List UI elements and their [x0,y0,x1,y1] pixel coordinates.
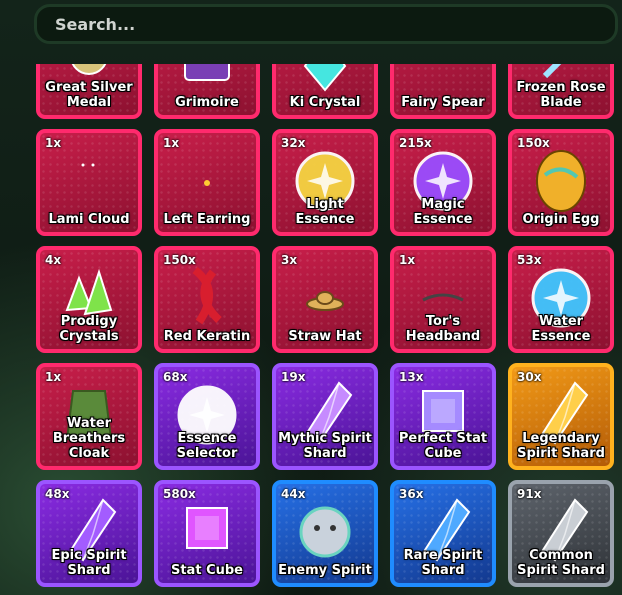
item-name: Left Earring [163,212,251,227]
item-card[interactable]: Frozen Rose Blade [508,64,614,119]
hat-icon [289,260,361,332]
item-name: Frozen Rose Blade [516,80,606,110]
item-count: 150x [163,253,196,267]
item-count: 150x [517,136,550,150]
item-name: Essence Selector [176,431,238,461]
item-name: Magic Essence [413,197,473,227]
spear-icon [407,64,479,98]
search-input[interactable] [37,6,615,42]
item-count: 44x [281,487,306,501]
item-card[interactable]: Great Silver Medal [36,64,142,119]
item-card[interactable]: 30x Legendary Spirit Shard [508,363,614,470]
item-count: 36x [399,487,424,501]
item-name: Prodigy Crystals [59,314,119,344]
item-card[interactable]: 44x Enemy Spirit [272,480,378,587]
earring-icon [171,143,243,215]
item-card[interactable]: 580x Stat Cube [154,480,260,587]
inventory-grid: Great Silver Medal Grimoire Ki Crystal Fair… [36,64,614,587]
item-count: 1x [163,136,180,150]
item-card[interactable]: 13x Perfect Stat Cube [390,363,496,470]
item-name: Water Breathers Cloak [52,416,126,461]
item-card[interactable]: 150x Origin Egg [508,129,614,236]
egg-icon [525,143,597,215]
cube-icon [171,494,243,566]
item-count: 4x [45,253,62,267]
item-name: Lami Cloud [48,212,130,227]
item-name: Ki Crystal [289,95,361,110]
inventory-scroll-area[interactable]: Great Silver Medal Grimoire Ki Crystal Fair… [0,64,622,595]
item-card[interactable]: 68x Essence Selector [154,363,260,470]
item-name: Grimoire [175,95,239,110]
item-card[interactable]: 3x Straw Hat [272,246,378,353]
crystal-icon [289,64,361,98]
item-card[interactable]: 48x Epic Spirit Shard [36,480,142,587]
item-name: Mythic Spirit Shard [278,431,372,461]
item-count: 3x [281,253,298,267]
item-name: Straw Hat [288,329,362,344]
item-name: Common Spirit Shard [517,548,605,578]
item-card[interactable]: 4x Prodigy Crystals [36,246,142,353]
item-count: 91x [517,487,542,501]
item-card[interactable]: 91x Common Spirit Shard [508,480,614,587]
item-card[interactable]: 36x Rare Spirit Shard [390,480,496,587]
item-count: 580x [163,487,196,501]
item-count: 1x [45,370,62,384]
item-name: Water Essence [531,314,591,344]
item-card[interactable]: 150x Red Keratin [154,246,260,353]
item-name: Origin Egg [522,212,600,227]
item-card[interactable]: 1x Water Breathers Cloak [36,363,142,470]
item-name: Epic Spirit Shard [51,548,127,578]
item-name: Rare Spirit Shard [403,548,483,578]
book-icon [171,64,243,98]
item-count: 19x [281,370,306,384]
item-count: 1x [399,253,416,267]
item-name: Tor's Headband [405,314,481,344]
item-count: 48x [45,487,70,501]
item-card[interactable]: 19x Mythic Spirit Shard [272,363,378,470]
item-count: 13x [399,370,424,384]
item-card[interactable]: Fairy Spear [390,64,496,119]
item-count: 53x [517,253,542,267]
keratin-icon [171,260,243,332]
item-count: 32x [281,136,306,150]
search-bar[interactable] [34,4,618,44]
item-name: Light Essence [295,197,355,227]
item-name: Legendary Spirit Shard [517,431,605,461]
item-name: Red Keratin [163,329,251,344]
item-card[interactable]: Ki Crystal [272,64,378,119]
item-count: 215x [399,136,432,150]
item-name: Fairy Spear [401,95,485,110]
item-card[interactable]: Grimoire [154,64,260,119]
item-count: 1x [45,136,62,150]
cloud-icon [53,143,125,215]
item-card[interactable]: 53x Water Essence [508,246,614,353]
item-name: Perfect Stat Cube [398,431,488,461]
item-card[interactable]: 1x Tor's Headband [390,246,496,353]
item-name: Enemy Spirit [278,563,372,578]
item-card[interactable]: 32x Light Essence [272,129,378,236]
item-card[interactable]: 1x Left Earring [154,129,260,236]
item-name: Great Silver Medal [45,80,133,110]
item-name: Stat Cube [170,563,243,578]
item-card[interactable]: 1x Lami Cloud [36,129,142,236]
spirit-icon [289,494,361,566]
item-count: 30x [517,370,542,384]
item-count: 68x [163,370,188,384]
item-card[interactable]: 215x Magic Essence [390,129,496,236]
